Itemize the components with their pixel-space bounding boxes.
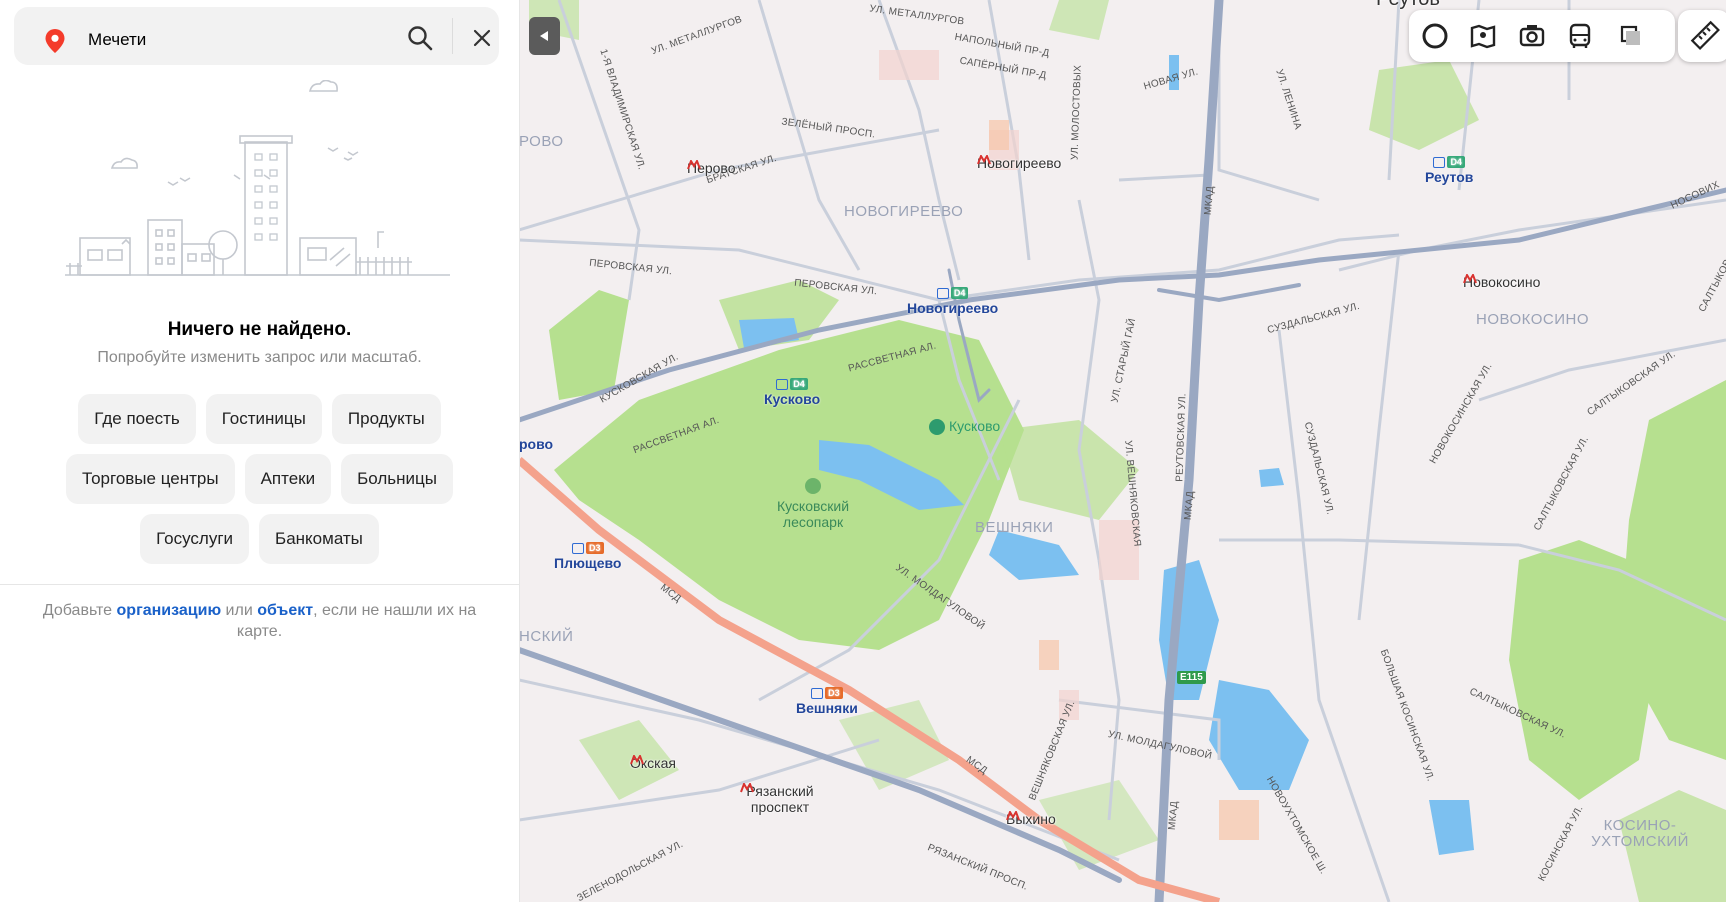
rail-station[interactable]: D3 Вешняки <box>796 684 858 716</box>
chip-malls[interactable]: Торговые центры <box>66 454 235 504</box>
rail-station[interactable]: D3 Плющево <box>554 539 621 571</box>
rail-station-name: Вешняки <box>796 700 858 716</box>
metro-station[interactable]: Выхино <box>1006 811 1056 827</box>
divider <box>0 584 519 585</box>
metro-icon <box>740 783 754 793</box>
empty-city-illustration <box>65 80 450 276</box>
metro-station-name: Рязанский проспект <box>746 783 814 815</box>
district-label: КОСИНО-УХТОМСКИЙ <box>1591 817 1689 850</box>
category-chips-row: Где поесть Гостиницы Продукты <box>0 394 519 444</box>
rail-icon <box>811 687 824 699</box>
category-chips-row: Госуслуги Банкоматы <box>0 514 519 564</box>
metro-icon <box>630 755 644 765</box>
empty-subtitle: Попробуйте изменить запрос или масштаб. <box>97 349 422 366</box>
rail-icon <box>936 287 949 299</box>
chip-hotels[interactable]: Гостиницы <box>205 394 322 444</box>
category-chips-row: Торговые центры Аптеки Больницы <box>0 454 519 504</box>
map-canvas[interactable]: УЛ. МЕТАЛЛУРГОВ УЛ. МЕТАЛЛУРГОВ НАПОЛЬНЫ… <box>519 0 1726 902</box>
metro-station[interactable]: Новокосино <box>1463 274 1540 290</box>
location-pin-icon <box>45 29 65 53</box>
d3-badge: D3 <box>825 687 843 700</box>
poi-kuskovo[interactable]: Кусково <box>929 418 1001 436</box>
metro-station[interactable]: Новогиреево <box>977 155 1061 171</box>
rail-station-name: Новогиреево <box>907 300 999 316</box>
panorama-icon[interactable] <box>1467 20 1499 52</box>
chip-gov-services[interactable]: Госуслуги <box>140 514 250 564</box>
add-object-link[interactable]: объект <box>257 602 313 619</box>
metro-icon <box>977 155 991 165</box>
search-divider <box>452 18 453 54</box>
search-icon[interactable] <box>406 24 434 52</box>
d3-badge: D3 <box>585 542 604 555</box>
metro-station[interactable]: Окская <box>630 755 676 771</box>
camera-icon[interactable] <box>1516 20 1548 52</box>
metro-icon <box>687 160 701 170</box>
rail-station[interactable]: D4 Новогиреево <box>907 284 998 316</box>
close-icon[interactable] <box>470 26 494 50</box>
layers-icon[interactable] <box>1615 20 1647 52</box>
district-label: ВЕШНЯКИ <box>975 519 1054 536</box>
d4-badge: D4 <box>950 287 969 300</box>
chip-food[interactable]: Где поесть <box>78 394 196 444</box>
chip-atms[interactable]: Банкоматы <box>259 514 379 564</box>
rail-icon <box>776 378 789 390</box>
rail-station-name[interactable]: рово <box>519 436 553 452</box>
chip-hospitals[interactable]: Больницы <box>341 454 453 504</box>
park-label[interactable]: Кусковский лесопарк <box>763 478 863 530</box>
collapse-panel-button[interactable] <box>529 17 560 55</box>
district-label: НОВОГИРЕЕВО <box>844 203 964 220</box>
metro-station[interactable]: Перово <box>687 160 736 176</box>
district-label: РОВО <box>519 133 564 150</box>
district-label: НСКИЙ <box>519 628 574 645</box>
map-layer-icon[interactable] <box>1419 20 1451 52</box>
transport-icon[interactable] <box>1564 20 1596 52</box>
map-layers-toolbar <box>1409 10 1675 62</box>
ruler-button[interactable] <box>1678 10 1726 62</box>
district-label: НОВОКОСИНО <box>1476 311 1590 328</box>
add-object-note: Добавьте организацию или объект, если не… <box>20 600 499 642</box>
note-text: Добавьте <box>42 602 117 619</box>
rail-station-name: Плющево <box>554 555 622 571</box>
add-organization-link[interactable]: организацию <box>117 602 222 619</box>
search-panel: Мечети Ничего не найдено. Попробуйте изм… <box>0 0 520 902</box>
chip-pharmacies[interactable]: Аптеки <box>244 454 332 504</box>
metro-station[interactable]: Рязанский проспект <box>740 783 820 815</box>
d4-badge: D4 <box>1447 156 1465 169</box>
note-text: или <box>221 602 258 619</box>
tree-icon <box>805 478 821 494</box>
search-bar[interactable]: Мечети <box>14 7 499 65</box>
rail-station[interactable]: D4 Реутов <box>1425 153 1473 185</box>
rail-station[interactable]: D4 Кусково <box>764 375 820 407</box>
search-input[interactable]: Мечети <box>88 30 146 50</box>
rail-station-name: Кусково <box>764 391 821 407</box>
museum-icon <box>929 419 945 436</box>
d4-badge: D4 <box>790 378 808 391</box>
ruler-icon <box>1690 20 1720 50</box>
empty-title: Ничего не найдено. <box>167 319 352 340</box>
rail-station-name: Реутов <box>1425 169 1474 185</box>
metro-icon <box>1006 811 1020 821</box>
highway-shield: E115 <box>1177 671 1206 684</box>
metro-icon <box>1463 274 1477 284</box>
rail-icon <box>1433 156 1446 168</box>
rail-icon <box>571 542 584 554</box>
park-name: Кусковский лесопарк <box>776 498 850 530</box>
poi-name: Кусково <box>949 418 1001 434</box>
chip-groceries[interactable]: Продукты <box>331 394 441 444</box>
